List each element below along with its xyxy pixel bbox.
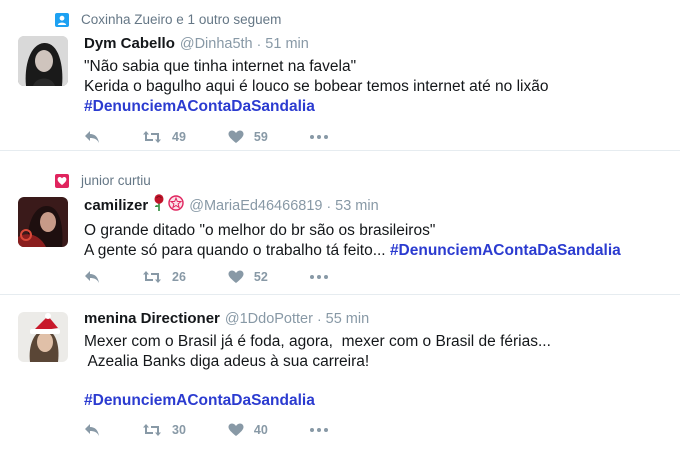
avatar[interactable]: [18, 36, 68, 86]
badge-emoji: [168, 194, 184, 217]
heart-icon: [55, 173, 69, 188]
retweet-button[interactable]: 30: [142, 423, 186, 437]
social-context[interactable]: junior curtiu: [55, 173, 151, 188]
reply-button[interactable]: [84, 423, 100, 437]
like-icon: [228, 130, 244, 144]
social-context[interactable]: Coxinha Zueiro e 1 outro seguem: [55, 12, 281, 27]
tweet[interactable]: junior curtiu camilizer @MariaEd46466819…: [0, 151, 680, 295]
hashtag-link[interactable]: #DenunciemAContaDaSandalia: [390, 242, 621, 259]
display-name[interactable]: Dym Cabello: [84, 34, 175, 54]
display-name[interactable]: menina Directioner: [84, 309, 220, 329]
retweet-button[interactable]: 49: [142, 130, 186, 144]
tweet-text: Mexer com o Brasil já é foda, agora, mex…: [84, 332, 660, 411]
separator-dot: ·: [316, 311, 322, 327]
tweet-text-line: Mexer com o Brasil já é foda, agora, mex…: [84, 333, 551, 350]
tweet-text-line: "Não sabia que tinha internet na favela": [84, 58, 357, 75]
tweet-text: "Não sabia que tinha internet na favela"…: [84, 57, 660, 117]
social-context-text: Coxinha Zueiro e 1 outro seguem: [81, 12, 282, 27]
display-name[interactable]: camilizer: [84, 196, 148, 216]
username[interactable]: @MariaEd46466819: [189, 196, 322, 216]
retweet-icon: [142, 270, 162, 284]
rose-emoji: [153, 194, 165, 217]
tweet-actions: 26 52: [84, 267, 370, 287]
reply-icon: [84, 130, 100, 144]
more-icon: [309, 428, 328, 432]
tweet-header: camilizer @MariaEd46466819 · 53 min: [84, 194, 660, 217]
like-button[interactable]: 52: [228, 270, 268, 284]
like-button[interactable]: 59: [228, 130, 268, 144]
separator-dot: ·: [256, 36, 262, 52]
person-icon: [55, 12, 69, 27]
tweet-text-line: Azealia Banks diga adeus à sua carreira!: [84, 353, 370, 370]
more-button[interactable]: [309, 275, 328, 279]
tweet-text-line: O grande ditado "o melhor do br são os b…: [84, 222, 436, 239]
separator-dot: ·: [326, 197, 332, 214]
more-button[interactable]: [309, 135, 328, 139]
tweet-text: O grande ditado "o melhor do br são os b…: [84, 221, 660, 261]
timestamp[interactable]: 51 min: [265, 34, 309, 54]
more-icon: [309, 135, 328, 139]
retweet-button[interactable]: 26: [142, 270, 186, 284]
avatar[interactable]: [18, 197, 68, 247]
avatar[interactable]: [18, 312, 68, 362]
tweet-actions: 30 40: [84, 420, 370, 440]
timestamp[interactable]: 55 min: [326, 309, 370, 329]
retweet-count: 30: [172, 423, 186, 437]
more-icon: [309, 275, 328, 279]
tweet-text-line: A gente só para quando o trabalho tá fei…: [84, 242, 386, 259]
hashtag-link[interactable]: #DenunciemAContaDaSandalia: [84, 98, 315, 115]
reply-icon: [84, 270, 100, 284]
username[interactable]: @Dinha5th: [180, 34, 253, 54]
tweet[interactable]: menina Directioner @1DdoPotter · 55 min …: [0, 295, 680, 462]
reply-button[interactable]: [84, 130, 100, 144]
reply-icon: [84, 423, 100, 437]
reply-button[interactable]: [84, 270, 100, 284]
retweet-count: 26: [172, 270, 186, 284]
tweet-text-line: Kerida o bagulho aqui é louco se bobear …: [84, 78, 549, 95]
more-button[interactable]: [309, 428, 328, 432]
like-button[interactable]: 40: [228, 423, 268, 437]
hashtag-link[interactable]: #DenunciemAContaDaSandalia: [84, 392, 315, 409]
username[interactable]: @1DdoPotter: [225, 309, 313, 329]
like-icon: [228, 270, 244, 284]
like-icon: [228, 423, 244, 437]
tweet-actions: 49 59: [84, 127, 370, 147]
retweet-icon: [142, 130, 162, 144]
like-count: 52: [253, 270, 268, 284]
timestamp[interactable]: 53 min: [335, 196, 379, 216]
like-count: 40: [253, 423, 268, 437]
retweet-icon: [142, 423, 162, 437]
retweet-count: 49: [172, 130, 186, 144]
social-context-text: junior curtiu: [81, 173, 151, 188]
tweet[interactable]: Coxinha Zueiro e 1 outro seguem Dym Cabe…: [0, 0, 680, 151]
tweet-header: menina Directioner @1DdoPotter · 55 min: [84, 309, 660, 329]
like-count: 59: [253, 130, 268, 144]
tweet-header: Dym Cabello @Dinha5th · 51 min: [84, 34, 660, 54]
